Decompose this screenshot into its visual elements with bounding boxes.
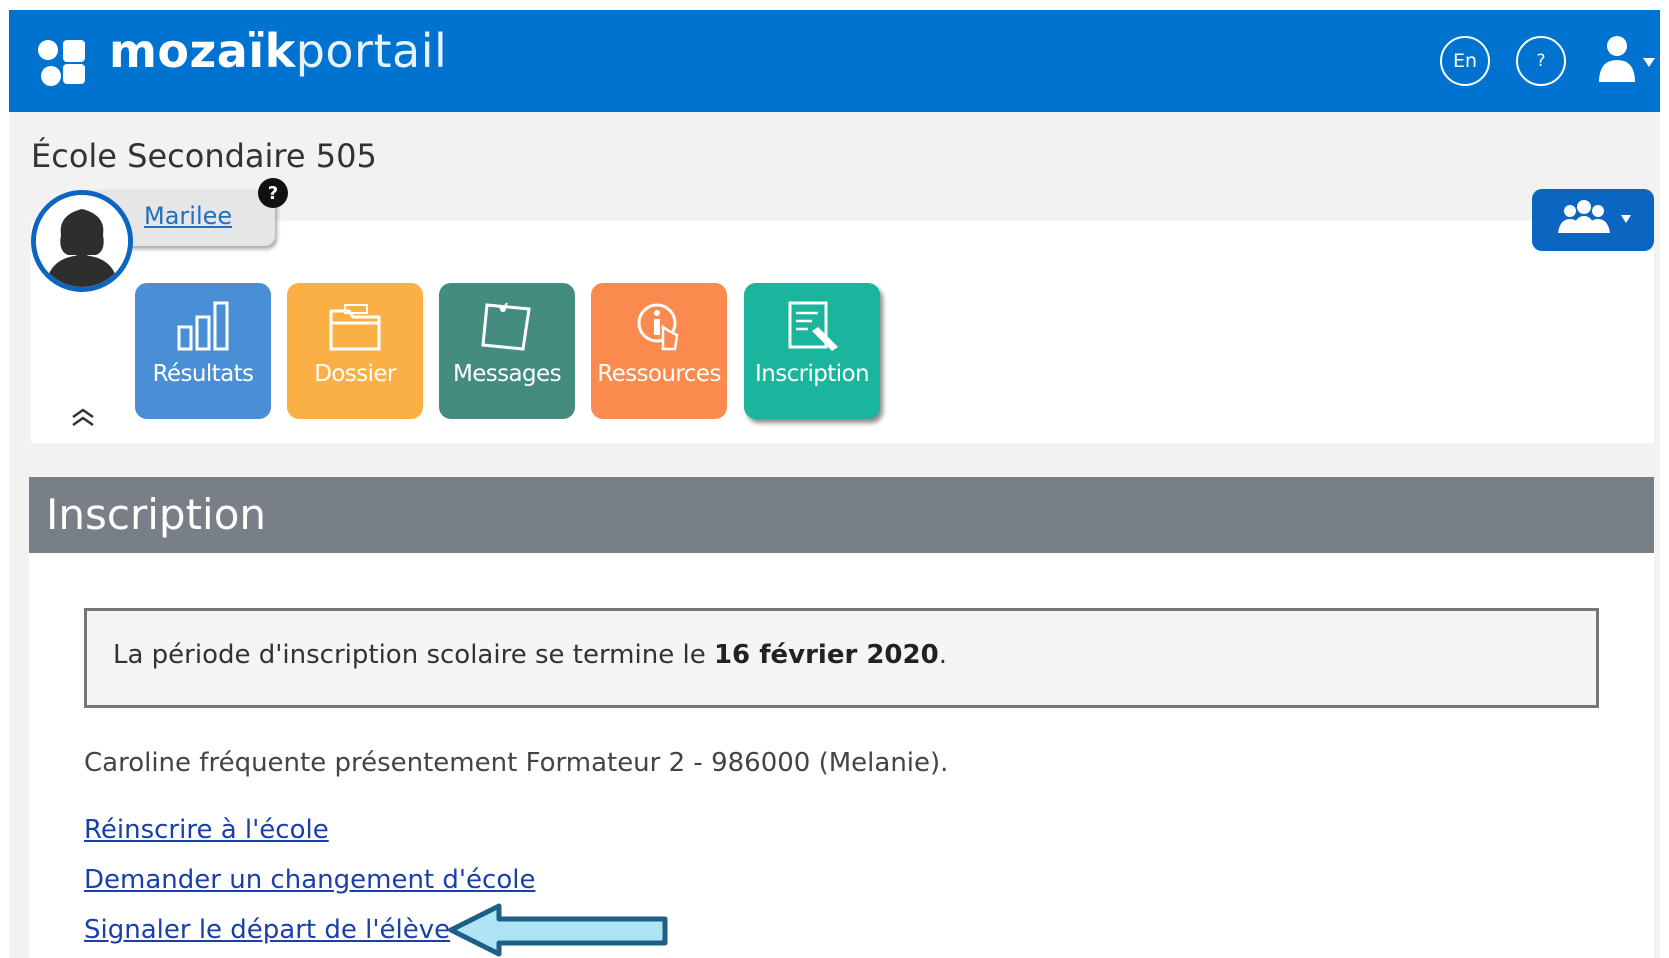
student-help-badge[interactable]: ? xyxy=(258,178,288,208)
tile-dossier[interactable]: Dossier xyxy=(287,283,423,419)
form-pencil-icon xyxy=(788,301,838,351)
user-menu-icon[interactable] xyxy=(1593,32,1663,90)
avatar-silhouette-icon xyxy=(36,195,128,287)
school-name: École Secondaire 505 xyxy=(31,137,377,175)
tile-messages-label: Messages xyxy=(453,361,562,387)
mozaik-logo-icon xyxy=(38,40,85,86)
tile-resultats-label: Résultats xyxy=(152,361,254,387)
group-switch-button[interactable] xyxy=(1532,189,1654,251)
note-icon xyxy=(481,302,531,351)
info-touch-icon xyxy=(637,303,679,351)
brand-logo[interactable]: mozaïkportail xyxy=(109,24,447,78)
notice-text: La période d'inscription scolaire se ter… xyxy=(113,640,947,670)
notice-prefix: La période d'inscription scolaire se ter… xyxy=(113,640,714,670)
language-label: En xyxy=(1452,50,1478,72)
top-bar: mozaïkportail En ? xyxy=(9,10,1660,112)
collapse-chevron-icon[interactable] xyxy=(68,405,98,429)
group-users-icon xyxy=(1558,200,1631,233)
student-avatar[interactable] xyxy=(31,190,133,292)
tile-inscription-label: Inscription xyxy=(755,361,870,387)
section-title: Inscription xyxy=(46,490,267,539)
tile-ressources[interactable]: Ressources xyxy=(591,283,727,419)
change-school-link[interactable]: Demander un changement d'école xyxy=(84,865,535,895)
brand-bold: mozaïk xyxy=(109,24,296,78)
tile-messages[interactable]: Messages xyxy=(439,283,575,419)
attendance-text: Caroline fréquente présentement Formateu… xyxy=(84,748,949,778)
tile-inscription[interactable]: Inscription xyxy=(744,283,880,419)
help-label: ? xyxy=(1536,51,1546,71)
reenroll-link[interactable]: Réinscrire à l'école xyxy=(84,815,329,845)
brand-light: portail xyxy=(295,24,448,78)
tile-ressources-label: Ressources xyxy=(597,361,721,387)
student-name-link[interactable]: Marilee xyxy=(144,202,232,230)
bar-chart-icon xyxy=(177,301,229,351)
notice-suffix: . xyxy=(938,640,947,670)
pointer-arrow-icon xyxy=(448,903,668,957)
notice-date: 16 février 2020 xyxy=(713,640,939,670)
language-button[interactable]: En xyxy=(1440,36,1490,86)
help-button[interactable]: ? xyxy=(1516,36,1566,86)
folder-icon xyxy=(329,304,381,351)
section-header xyxy=(29,477,1654,553)
report-departure-link[interactable]: Signaler le départ de l'élève xyxy=(84,915,450,945)
tile-resultats[interactable]: Résultats xyxy=(135,283,271,419)
tile-dossier-label: Dossier xyxy=(314,361,396,387)
